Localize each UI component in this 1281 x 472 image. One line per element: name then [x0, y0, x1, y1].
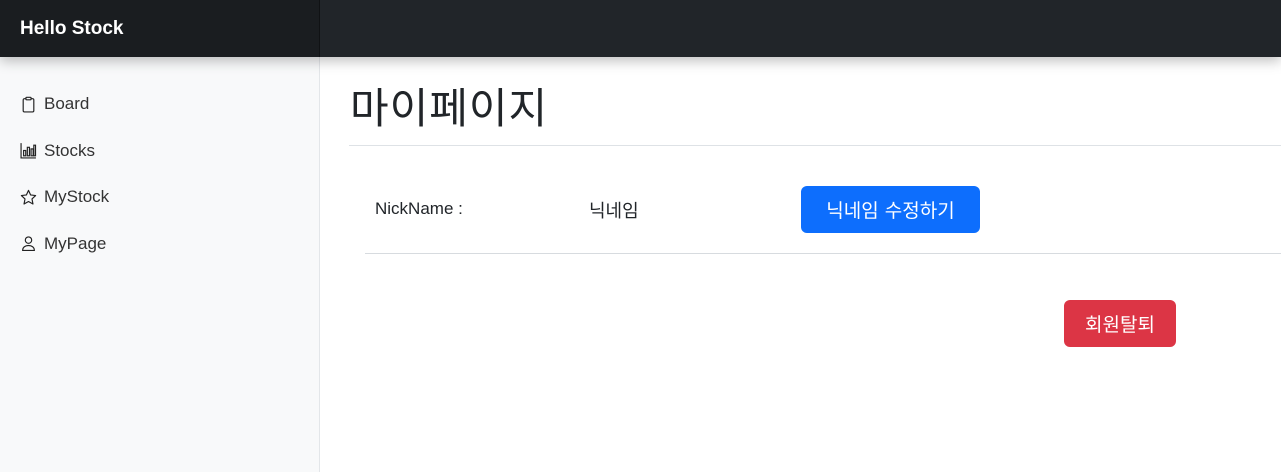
- title-divider: [349, 145, 1281, 146]
- sidebar-item-stocks[interactable]: Stocks: [0, 128, 319, 175]
- sidebar: Board Stocks MyStock MyPage: [0, 57, 320, 472]
- sidebar-item-mystock[interactable]: MyStock: [0, 174, 319, 221]
- sidebar-item-label: Stocks: [44, 140, 96, 160]
- sidebar-item-label: Board: [44, 94, 90, 114]
- edit-nickname-button[interactable]: 닉네임 수정하기: [801, 186, 980, 233]
- nickname-value: 닉네임: [589, 201, 639, 222]
- person-icon: [20, 235, 37, 252]
- page-title: 마이페이지: [350, 84, 549, 133]
- sidebar-nav: Board Stocks MyStock MyPage: [0, 81, 319, 267]
- nickname-row: NickName : 닉네임 닉네임 수정하기: [365, 175, 1281, 254]
- sidebar-item-label: MyStock: [44, 187, 110, 207]
- sidebar-item-board[interactable]: Board: [0, 81, 319, 128]
- withdraw-button[interactable]: 회원탈퇴: [1064, 300, 1176, 347]
- main-content: 마이페이지 NickName : 닉네임 닉네임 수정하기 회원탈퇴: [320, 57, 1281, 472]
- sidebar-item-label: MyPage: [44, 233, 107, 253]
- brand-logo[interactable]: Hello Stock: [0, 0, 320, 57]
- star-icon: [20, 189, 37, 206]
- clipboard-icon: [20, 96, 37, 113]
- nickname-label: NickName :: [375, 199, 463, 218]
- bar-chart-icon: [20, 142, 37, 159]
- sidebar-item-mypage[interactable]: MyPage: [0, 221, 319, 268]
- top-navbar: Hello Stock: [0, 0, 1281, 57]
